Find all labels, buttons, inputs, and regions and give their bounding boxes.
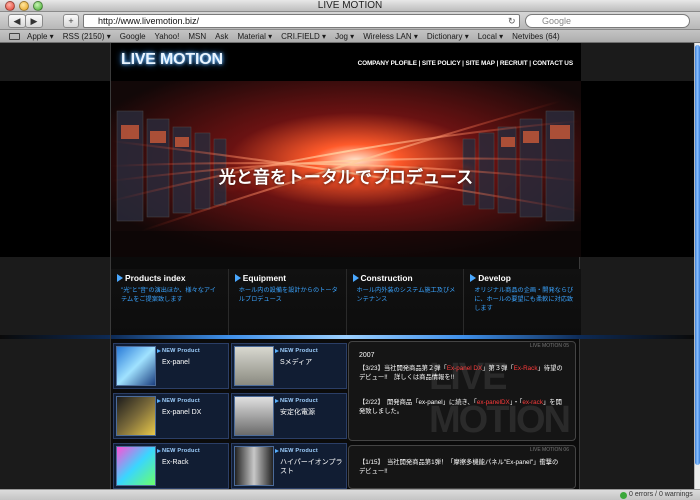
- new-badge: NEW Product: [275, 348, 318, 354]
- product-card[interactable]: NEW Product 安定化電源: [231, 393, 347, 439]
- bookmark-item[interactable]: RSS (2150) ▾: [63, 30, 111, 43]
- news-box: LIVE MOTION 05 LIVE MOTION 2007 【3/23】当社…: [348, 341, 576, 441]
- product-name: ハイパーイオンプラスト: [280, 459, 343, 475]
- category-equipment[interactable]: Equipment ホール内の設備を設計からのトータルプロデュース: [228, 269, 347, 335]
- category-title: Construction: [360, 273, 413, 283]
- news-box: LIVE MOTION 06 【1/15】 当社開発商品第1弾！「摩擦多機能パネ…: [348, 445, 576, 489]
- bookmark-item[interactable]: Material ▾: [237, 30, 272, 43]
- bookmarks-bar: Apple ▾ RSS (2150) ▾ Google Yahoo! MSN Ask Mat…: [0, 30, 700, 43]
- status-bar: 0 errors / 0 warnings: [0, 489, 700, 500]
- news-item[interactable]: 【1/15】 当社開発商品第1弾！「摩擦多機能パネル"Ex-panel"」衝撃の…: [359, 458, 564, 476]
- product-card[interactable]: NEW Product Ex-Rack: [113, 443, 229, 489]
- page-side-left: [0, 81, 110, 257]
- address-bar[interactable]: http://www.livemotion.biz/: [83, 14, 520, 28]
- add-bookmark-button[interactable]: +: [63, 14, 79, 28]
- news-label: LIVE MOTION 06: [529, 447, 569, 453]
- status-ok-icon: [620, 492, 627, 499]
- product-image: [234, 446, 274, 486]
- category-desc: "光"と"音"の演出ほか、様々なアイテムをご提案致します: [121, 287, 216, 303]
- news-item[interactable]: 【2/22】 開発商品「ex-panel」に続き、「ex-panelDX」・「e…: [359, 398, 564, 416]
- category-title: Develop: [478, 273, 511, 283]
- site-container: LIVE MOTION COMPANY PLOFILE | SITE POLIC…: [110, 43, 581, 489]
- bookmark-item[interactable]: Dictionary ▾: [427, 30, 469, 43]
- book-icon[interactable]: [9, 33, 20, 40]
- scroll-thumb[interactable]: [695, 45, 700, 465]
- category-develop[interactable]: Develop オリジナル商品の企画・開発ならびに、ホールの要望にも柔軟に対応致…: [464, 269, 581, 335]
- category-desc: ホール内の設備を設計からのトータルプロデュース: [238, 287, 338, 303]
- arrow-icon: [352, 274, 359, 282]
- category-products[interactable]: Products index "光"と"音"の演出ほか、様々なアイテムをご提案致…: [111, 269, 229, 335]
- product-image: [116, 346, 156, 386]
- arrow-icon: [234, 274, 241, 282]
- product-name: 安定化電源: [280, 409, 315, 416]
- reload-icon[interactable]: ↻: [508, 16, 516, 27]
- news-item[interactable]: 【3/23】当社開発商品第２弾「Ex-panel DX」第３弾「Ex-Rack」…: [359, 364, 564, 382]
- product-name: Ex-panel DX: [162, 409, 202, 416]
- product-card[interactable]: NEW Product ハイパーイオンプラスト: [231, 443, 347, 489]
- product-card[interactable]: NEW Product Ex-panel DX: [113, 393, 229, 439]
- product-name: Sメディア: [280, 359, 313, 366]
- window-title: LIVE MOTION: [317, 0, 383, 11]
- product-grid: NEW Product Ex-panel NEW Product Sメディア N…: [111, 343, 347, 489]
- product-name: Ex-panel: [162, 359, 190, 366]
- category-desc: ホール内外装のシステム施工及びメンテナンス: [356, 287, 456, 303]
- new-badge: NEW Product: [157, 448, 200, 454]
- browser-window: LIVE MOTION ◀ ▶ + http://www.livemotion.…: [0, 0, 700, 500]
- site-logo[interactable]: LIVE MOTION: [121, 51, 223, 69]
- bookmark-item[interactable]: Local ▾: [478, 30, 503, 43]
- product-image: [116, 446, 156, 486]
- browser-toolbar: ◀ ▶ + http://www.livemotion.biz/ ↻ Googl…: [0, 12, 700, 30]
- back-button[interactable]: ◀: [8, 14, 26, 28]
- status-text: 0 errors / 0 warnings: [629, 491, 693, 498]
- product-card[interactable]: NEW Product Ex-panel: [113, 343, 229, 389]
- glow-bar-left: [0, 335, 110, 339]
- hero-banner: 光と音をトータルでプロデュース: [111, 81, 581, 257]
- site-header: LIVE MOTION COMPANY PLOFILE | SITE POLIC…: [111, 43, 581, 81]
- search-input[interactable]: Google: [525, 14, 690, 28]
- product-image: [234, 396, 274, 436]
- category-title: Equipment: [242, 273, 287, 283]
- bookmark-item[interactable]: Netvibes (64): [512, 30, 560, 43]
- product-image: [116, 396, 156, 436]
- new-badge: NEW Product: [275, 448, 318, 454]
- product-card[interactable]: NEW Product Sメディア: [231, 343, 347, 389]
- category-desc: オリジナル商品の企画・開発ならびに、ホールの要望にも柔軟に対応致します: [474, 287, 574, 312]
- new-badge: NEW Product: [157, 348, 200, 354]
- bookmark-item[interactable]: CRI.FIELD ▾: [281, 30, 326, 43]
- category-construction[interactable]: Construction ホール内外装のシステム施工及びメンテナンス: [346, 269, 465, 335]
- new-badge: NEW Product: [275, 398, 318, 404]
- bookmark-item[interactable]: Yahoo!: [155, 30, 180, 43]
- web-page: LIVE MOTION COMPANY PLOFILE | SITE POLIC…: [0, 43, 694, 489]
- bookmarks-list: Apple ▾ RSS (2150) ▾ Google Yahoo! MSN Ask Mat…: [27, 30, 560, 43]
- hero-headline: 光と音をトータルでプロデュース: [218, 168, 474, 187]
- forward-button[interactable]: ▶: [25, 14, 43, 28]
- top-nav[interactable]: COMPANY PLOFILE | SITE POLICY | SITE MAP…: [358, 60, 574, 67]
- arrow-icon: [470, 274, 477, 282]
- new-badge: NEW Product: [157, 398, 200, 404]
- bookmark-item[interactable]: Wireless LAN ▾: [363, 30, 418, 43]
- category-title: Products index: [125, 273, 186, 283]
- news-panel: LIVE MOTION 05 LIVE MOTION 2007 【3/23】当社…: [348, 341, 578, 489]
- product-name: Ex-Rack: [162, 459, 189, 466]
- title-bar: LIVE MOTION: [0, 0, 700, 12]
- glow-divider: [111, 335, 581, 339]
- bookmark-item[interactable]: Apple ▾: [27, 30, 54, 43]
- vertical-scrollbar[interactable]: [694, 43, 700, 489]
- news-year: 2007: [359, 352, 375, 359]
- bookmark-item[interactable]: Ask: [215, 30, 228, 43]
- bookmark-item[interactable]: Google: [120, 30, 146, 43]
- bookmark-item[interactable]: Jog ▾: [335, 30, 354, 43]
- glow-bar-right: [580, 335, 694, 339]
- product-image: [234, 346, 274, 386]
- page-side-right: [580, 81, 694, 257]
- bookmark-item[interactable]: MSN: [188, 30, 206, 43]
- arrow-icon: [117, 274, 123, 282]
- news-label: LIVE MOTION 05: [529, 343, 569, 349]
- category-menu: Products index "光"と"音"の演出ほか、様々なアイテムをご提案致…: [111, 269, 581, 335]
